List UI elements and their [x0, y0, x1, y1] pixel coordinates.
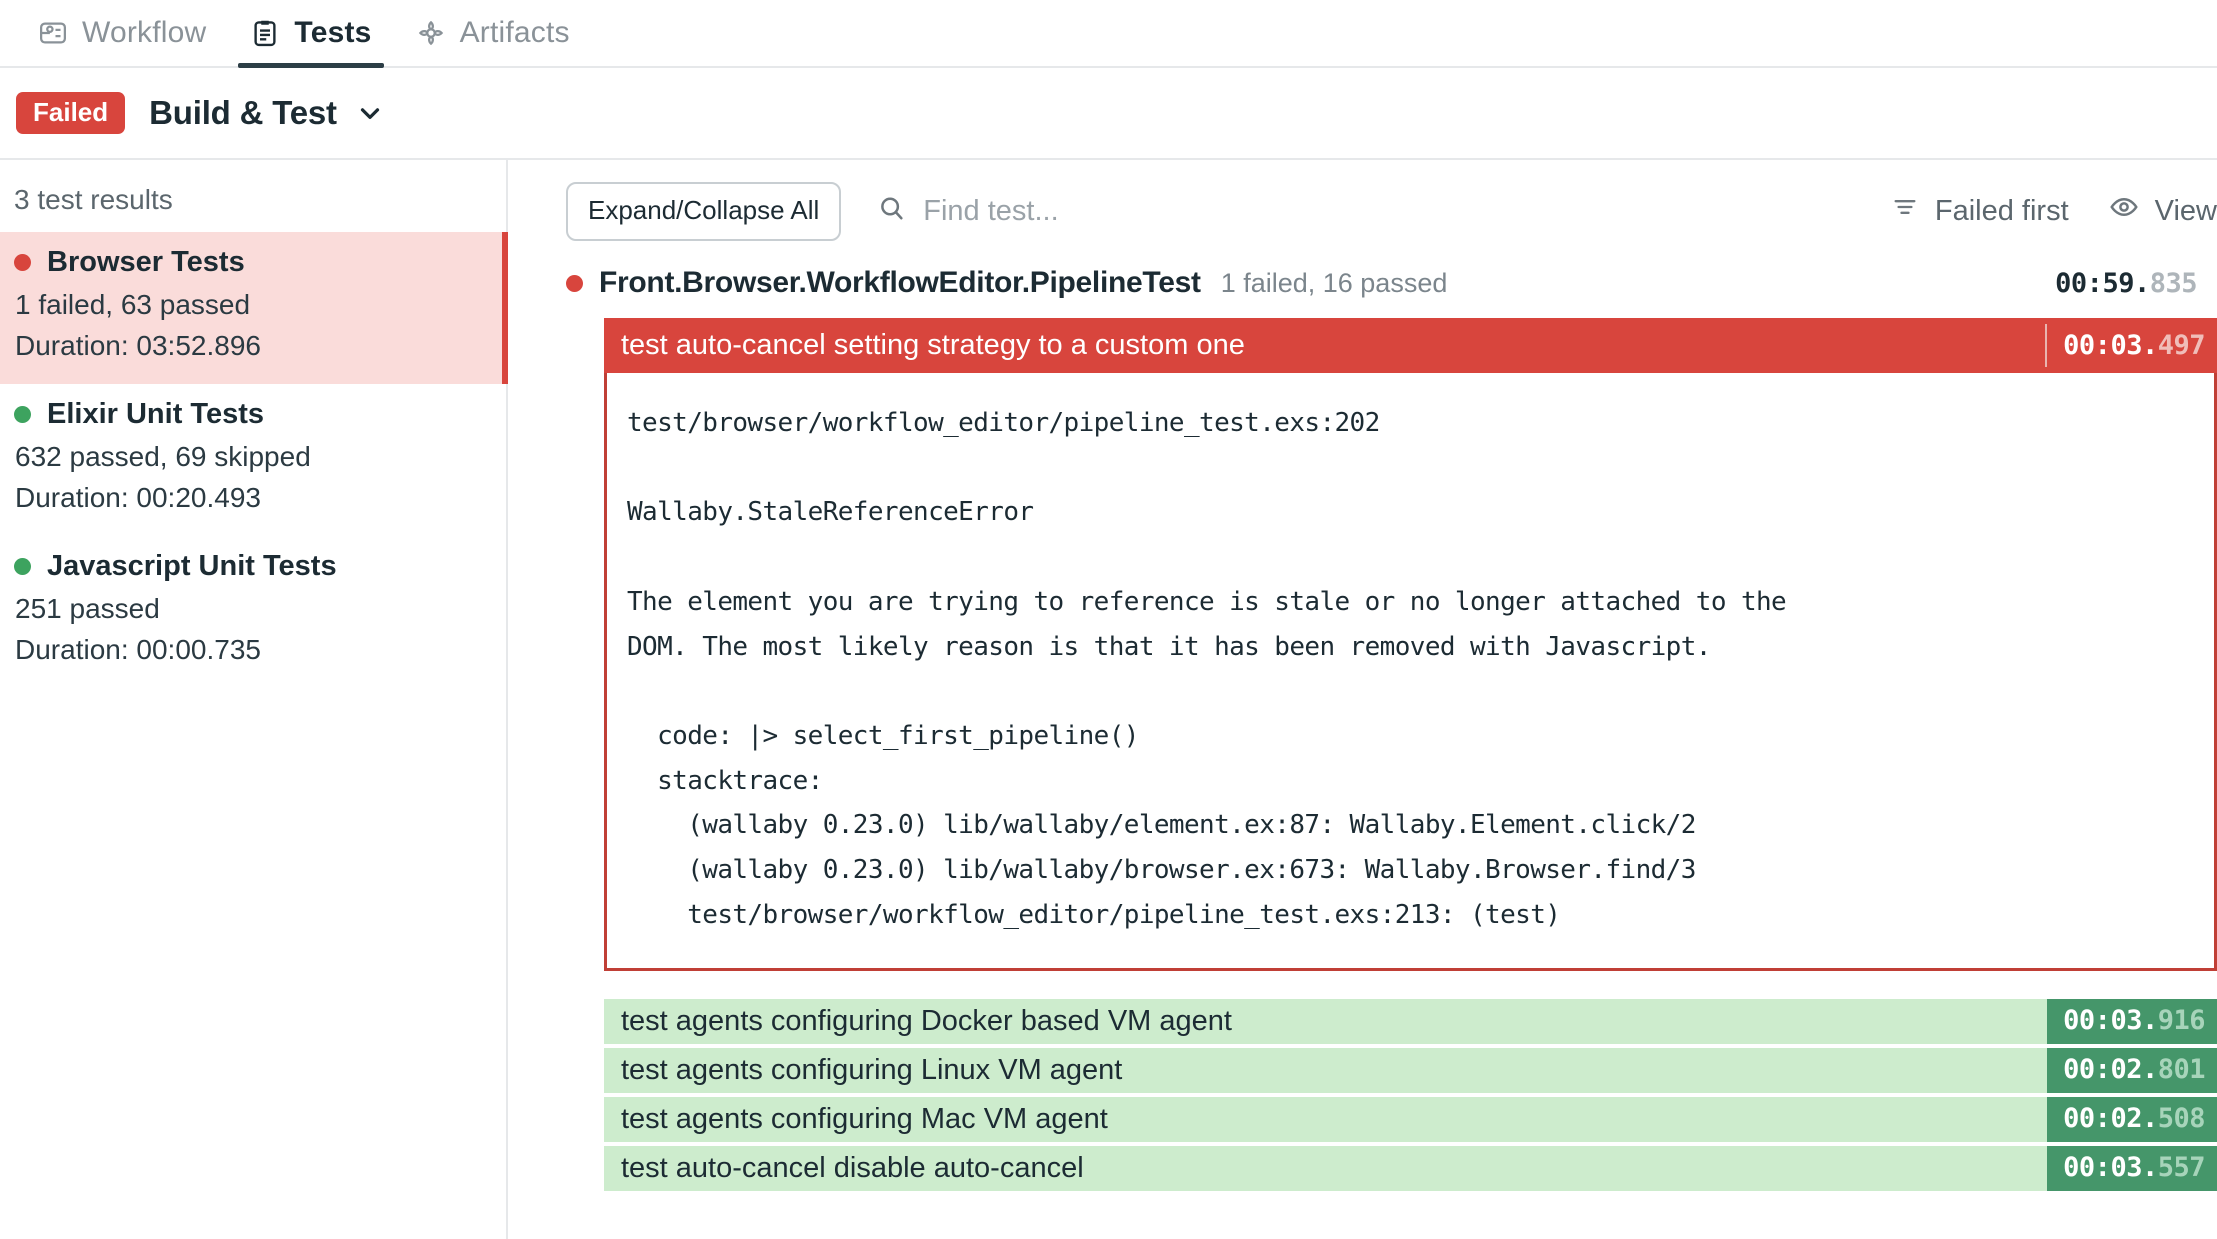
sidebar-suite-title: Browser Tests — [14, 246, 492, 279]
passed-test-name: test agents configuring Mac VM agent — [621, 1102, 1108, 1135]
sort-label: Failed first — [1934, 194, 2069, 227]
passed-test-row[interactable]: test agents configuring Linux VM agent 0… — [604, 1047, 2217, 1093]
status-badge: Failed — [16, 92, 126, 134]
tab-artifacts[interactable]: Artifacts — [394, 16, 592, 66]
tests-toolbar: Expand/Collapse All Failed first — [508, 174, 2217, 248]
suite-result-name: Front.Browser.WorkflowEditor.PipelineTes… — [599, 266, 1201, 299]
failed-test-duration: 00:03.497 — [2045, 324, 2217, 367]
suite-result-header[interactable]: Front.Browser.WorkflowEditor.PipelineTes… — [566, 248, 2217, 318]
status-dot-failed-icon — [14, 254, 31, 271]
suite-result-duration: 00:59.835 — [2055, 267, 2197, 299]
status-dot-passed-icon — [14, 406, 31, 424]
sidebar-suite-duration: Duration: 00:20.493 — [15, 481, 261, 513]
suite-result-block: Front.Browser.WorkflowEditor.PipelineTes… — [508, 248, 2217, 1191]
results-count: 3 test results — [14, 184, 173, 215]
sidebar-suite-duration: Duration: 03:52.896 — [15, 329, 261, 361]
sidebar-item-javascript-unit-tests[interactable]: Javascript Unit Tests 251 passed Duratio… — [0, 536, 506, 688]
passed-test-name: test agents configuring Docker based VM … — [621, 1004, 1232, 1037]
passed-test-duration: 00:02. 801 — [2047, 1047, 2217, 1093]
search-input[interactable] — [923, 194, 1444, 228]
tab-workflow-label: Workflow — [82, 16, 207, 49]
sidebar-suite-name: Javascript Unit Tests — [47, 550, 337, 583]
status-dot-failed-icon — [566, 274, 583, 292]
sidebar-suite-stats: 632 passed, 69 skipped — [15, 441, 311, 473]
view-label: View — [2154, 194, 2217, 227]
page-title: Build & Test — [149, 94, 337, 131]
test-detail-panel: Expand/Collapse All Failed first — [508, 160, 2217, 1239]
primary-tab-bar: Workflow Tests Artifacts — [0, 0, 2217, 68]
chevron-down-icon[interactable] — [355, 98, 385, 128]
sidebar-suite-stats: 1 failed, 63 passed — [15, 289, 251, 320]
sidebar-suite-title: Elixir Unit Tests — [14, 398, 492, 431]
passed-test-name: test auto-cancel disable auto-cancel — [621, 1151, 1084, 1184]
tab-artifacts-label: Artifacts — [459, 16, 570, 49]
passed-test-duration: 00:02. 508 — [2047, 1096, 2217, 1142]
sidebar-item-elixir-unit-tests[interactable]: Elixir Unit Tests 632 passed, 69 skipped… — [0, 384, 506, 536]
workflow-icon — [38, 18, 68, 48]
search-icon — [877, 194, 907, 229]
passed-test-duration: 00:03. 916 — [2047, 998, 2217, 1044]
sidebar-suite-duration: Duration: 00:00.735 — [15, 633, 261, 665]
passed-test-duration: 00:03. 557 — [2047, 1145, 2217, 1191]
view-options-button[interactable]: View — [2109, 192, 2217, 230]
failed-test-error-output: test/browser/workflow_editor/pipeline_te… — [607, 373, 2214, 968]
failed-test-header[interactable]: test auto-cancel setting strategy to a c… — [604, 318, 2217, 373]
sort-icon — [1891, 193, 1919, 229]
page-body: 3 test results Browser Tests 1 failed, 6… — [0, 160, 2217, 1239]
failed-test-card: test auto-cancel setting strategy to a c… — [604, 318, 2217, 971]
sidebar-suite-name: Browser Tests — [47, 246, 245, 278]
sidebar-suite-stats: 251 passed — [15, 593, 160, 625]
sidebar-item-browser-tests[interactable]: Browser Tests 1 failed, 63 passed Durati… — [0, 232, 508, 385]
passed-test-row[interactable]: test agents configuring Mac VM agent 00:… — [604, 1096, 2217, 1142]
clipboard-icon — [250, 18, 280, 48]
tab-tests[interactable]: Tests — [228, 16, 393, 68]
search-container — [877, 194, 1851, 229]
suite-result-stats: 1 failed, 16 passed — [1220, 267, 1448, 298]
sort-failed-first-button[interactable]: Failed first — [1891, 193, 2069, 229]
pipeline-header: Failed Build & Test — [0, 68, 2217, 160]
expand-collapse-all-button[interactable]: Expand/Collapse All — [566, 181, 842, 241]
passed-tests-list: test agents configuring Docker based VM … — [604, 998, 2217, 1191]
failed-test-name: test auto-cancel setting strategy to a c… — [621, 329, 1245, 361]
sidebar-suite-title: Javascript Unit Tests — [14, 550, 492, 583]
tab-workflow[interactable]: Workflow — [16, 16, 228, 66]
artifacts-icon — [416, 18, 446, 48]
passed-test-row[interactable]: test auto-cancel disable auto-cancel 00:… — [604, 1145, 2217, 1191]
tab-tests-label: Tests — [294, 16, 372, 49]
passed-test-name: test agents configuring Linux VM agent — [621, 1053, 1123, 1086]
eye-icon — [2109, 192, 2139, 230]
sidebar-suite-name: Elixir Unit Tests — [47, 398, 265, 431]
test-results-sidebar: 3 test results Browser Tests 1 failed, 6… — [0, 160, 508, 1239]
passed-test-row[interactable]: test agents configuring Docker based VM … — [604, 998, 2217, 1044]
status-dot-passed-icon — [14, 558, 31, 576]
